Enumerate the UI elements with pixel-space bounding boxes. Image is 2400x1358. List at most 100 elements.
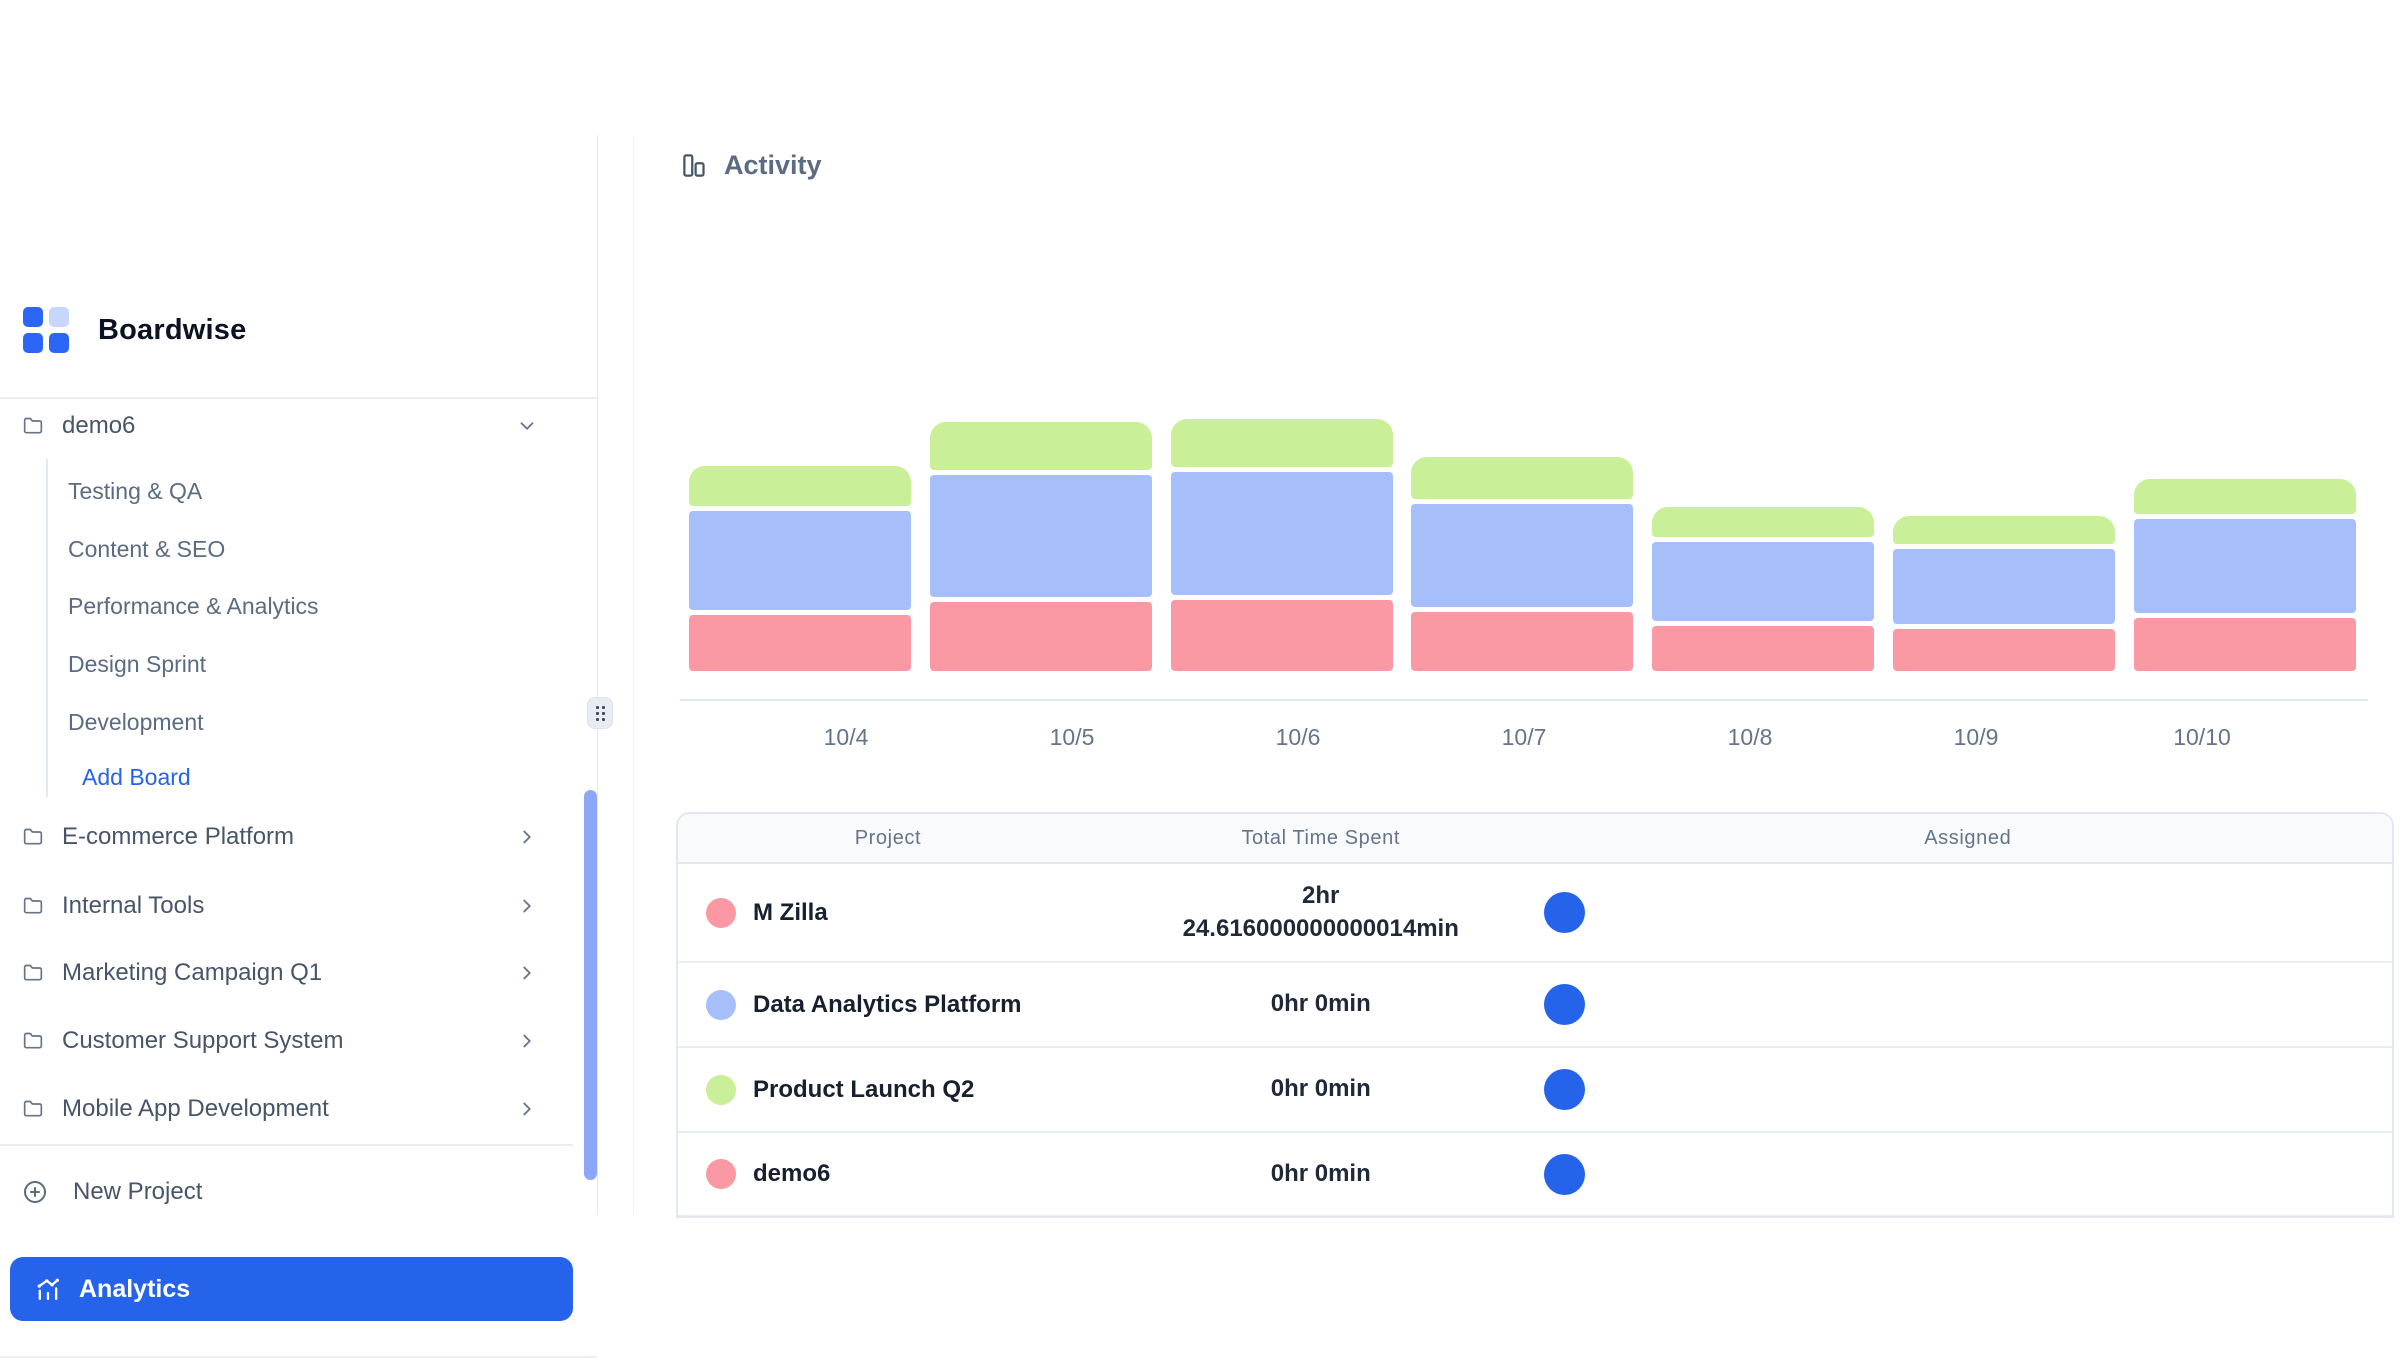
total-time-cell: 0hr 0min: [1098, 1133, 1544, 1215]
add-board-button[interactable]: Add Board: [82, 757, 382, 797]
table-row[interactable]: Product Launch Q2 0hr 0min: [678, 1048, 2392, 1133]
sidebar-board-item[interactable]: Content & SEO: [68, 529, 488, 569]
sidebar-project-item[interactable]: Internal Tools: [0, 884, 573, 928]
chart-bar-10/10[interactable]: [2134, 479, 2356, 671]
sidebar: Boardwise demo6 Testing & QA Content & SE…: [0, 135, 597, 1215]
time-line: 24.616000000000014min: [1183, 913, 1459, 945]
total-time-cell: 0hr 0min: [1098, 1048, 1544, 1131]
sidebar-divider: [0, 1144, 573, 1146]
assigned-cell: [1544, 864, 2392, 961]
assignee-avatar[interactable]: [1544, 1069, 1585, 1110]
chart-bar-10/9[interactable]: [1893, 516, 2115, 671]
bar-segment-data-analytics-platform[interactable]: [1893, 549, 2115, 624]
folder-icon: [23, 416, 43, 436]
project-name: demo6: [753, 1160, 830, 1188]
logo-square: [49, 307, 69, 327]
analytics-nav-button[interactable]: Analytics: [10, 1257, 573, 1321]
bar-segment-data-analytics-platform[interactable]: [2134, 519, 2356, 613]
folder-icon: [23, 827, 43, 847]
bar-segment-data-analytics-platform[interactable]: [1411, 504, 1633, 607]
project-cell: Data Analytics Platform: [678, 963, 1098, 1046]
bar-segment-product-launch-q2[interactable]: [1411, 457, 1633, 499]
logo-square: [23, 333, 43, 353]
x-axis-label: 10/5: [959, 724, 1185, 756]
bar-segment-product-launch-q2[interactable]: [2134, 479, 2356, 514]
bar-segment-product-launch-q2[interactable]: [1652, 507, 1874, 537]
sidebar-board-item[interactable]: Testing & QA: [68, 471, 488, 511]
boardwise-logo-icon: [23, 307, 69, 353]
project-time-table: Project Total Time Spent Assigned M Zill…: [676, 812, 2394, 1218]
bar-segment-m-zilla[interactable]: [1893, 629, 2115, 671]
project-color-dot: [706, 1159, 736, 1189]
chart-bar-10/4[interactable]: [689, 466, 911, 671]
chevron-right-icon: [516, 895, 538, 917]
assigned-cell: [1544, 1048, 2392, 1131]
assignee-avatar[interactable]: [1544, 892, 1585, 933]
bar-segment-data-analytics-platform[interactable]: [689, 511, 911, 610]
time-line: 0hr 0min: [1271, 1158, 1371, 1190]
bar-segment-product-launch-q2[interactable]: [1893, 516, 2115, 544]
analytics-chart-icon: [34, 1275, 62, 1303]
table-body: M Zilla2hr24.616000000000014minData Anal…: [678, 864, 2392, 1217]
bar-segment-m-zilla[interactable]: [930, 602, 1152, 671]
app-title: Boardwise: [98, 314, 246, 347]
x-axis-line: [680, 699, 2368, 701]
project-name: Data Analytics Platform: [753, 991, 1022, 1019]
table-row[interactable]: Data Analytics Platform 0hr 0min: [678, 963, 2392, 1048]
bar-segment-m-zilla[interactable]: [1171, 600, 1393, 671]
sidebar-board-item[interactable]: Performance & Analytics: [68, 586, 488, 626]
column-header-total-time: Total Time Spent: [1098, 814, 1544, 862]
total-time-cell: 0hr 0min: [1098, 963, 1544, 1046]
x-axis-label: 10/9: [1863, 724, 2089, 756]
sidebar-project-demo6[interactable]: demo6: [0, 404, 573, 448]
activity-stacked-bar-chart: [689, 419, 2356, 671]
bar-segment-m-zilla[interactable]: [689, 615, 911, 671]
sidebar-scrollbar-thumb[interactable]: [584, 790, 597, 1180]
sidebar-board-item[interactable]: Development: [68, 702, 488, 742]
chart-bar-10/7[interactable]: [1411, 457, 1633, 671]
folder-icon: [23, 896, 43, 916]
bar-segment-product-launch-q2[interactable]: [1171, 419, 1393, 467]
new-project-button[interactable]: New Project: [0, 1170, 573, 1214]
chevron-right-icon: [516, 962, 538, 984]
bar-chart-icon: [681, 152, 708, 179]
bar-segment-data-analytics-platform[interactable]: [930, 475, 1152, 597]
chart-bar-10/6[interactable]: [1171, 419, 1393, 671]
x-axis-label: 10/8: [1637, 724, 1863, 756]
project-label: Mobile App Development: [62, 1095, 329, 1123]
sidebar-project-item[interactable]: Mobile App Development: [0, 1087, 573, 1131]
project-color-dot: [706, 990, 736, 1020]
assigned-cell: [1544, 1133, 2392, 1215]
bar-segment-m-zilla[interactable]: [1652, 626, 1874, 671]
chart-bar-10/5[interactable]: [930, 422, 1152, 671]
chart-bar-10/8[interactable]: [1652, 507, 1874, 671]
bar-segment-product-launch-q2[interactable]: [689, 466, 911, 506]
project-name: Product Launch Q2: [753, 1076, 974, 1104]
column-header-project: Project: [678, 814, 1098, 862]
column-header-assigned: Assigned: [1544, 814, 2392, 862]
logo-square: [49, 333, 69, 353]
sidebar-resize-handle[interactable]: [587, 697, 613, 729]
sidebar-project-item[interactable]: E-commerce Platform: [0, 815, 573, 859]
project-cell: M Zilla: [678, 864, 1098, 961]
bar-segment-m-zilla[interactable]: [2134, 618, 2356, 671]
project-color-dot: [706, 898, 736, 928]
sidebar-project-item[interactable]: Customer Support System: [0, 1019, 573, 1063]
bar-segment-data-analytics-platform[interactable]: [1652, 542, 1874, 621]
sidebar-board-item[interactable]: Design Sprint: [68, 644, 488, 684]
project-label: demo6: [62, 412, 135, 440]
table-row[interactable]: M Zilla2hr24.616000000000014min: [678, 864, 2392, 963]
x-axis-label: 10/10: [2089, 724, 2315, 756]
bar-segment-product-launch-q2[interactable]: [930, 422, 1152, 470]
bar-segment-m-zilla[interactable]: [1411, 612, 1633, 671]
folder-icon: [23, 1099, 43, 1119]
chevron-down-icon: [516, 415, 538, 437]
assignee-avatar[interactable]: [1544, 1154, 1585, 1195]
bar-segment-data-analytics-platform[interactable]: [1171, 472, 1393, 595]
table-row[interactable]: demo6 0hr 0min: [678, 1133, 2392, 1217]
assignee-avatar[interactable]: [1544, 984, 1585, 1025]
project-label: E-commerce Platform: [62, 823, 294, 851]
time-line: 0hr 0min: [1271, 1073, 1371, 1105]
folder-icon: [23, 963, 43, 983]
sidebar-project-item[interactable]: Marketing Campaign Q1: [0, 951, 573, 995]
